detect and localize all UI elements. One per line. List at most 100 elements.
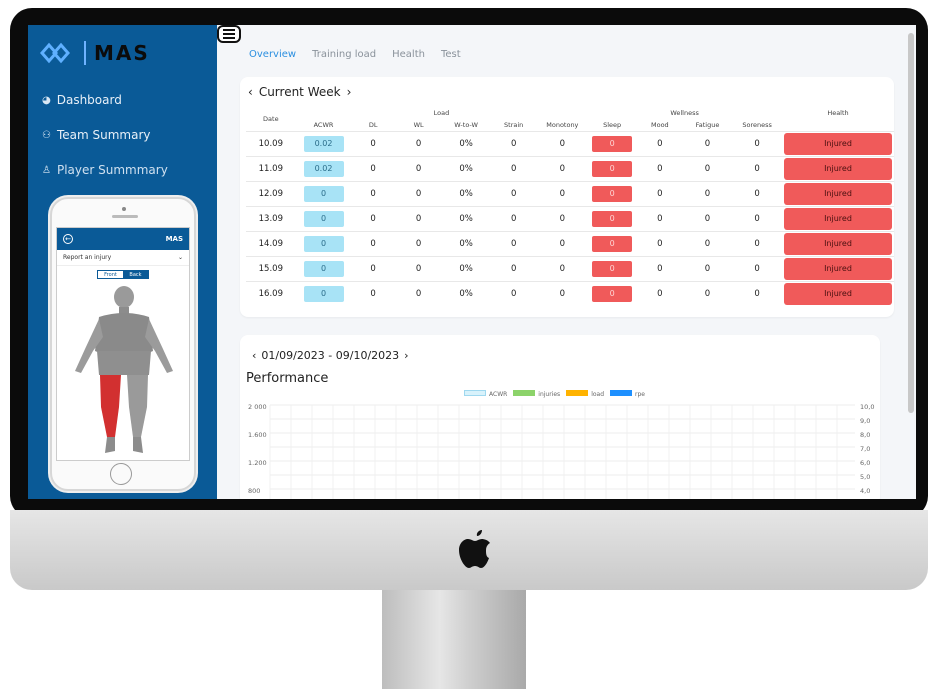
app-screen: MAS ◕ Dashboard ⚇ Team Summary ♙ Player … bbox=[28, 25, 916, 499]
value-strain: 0 bbox=[510, 138, 517, 149]
y-tick-left: 1.200 bbox=[248, 459, 267, 467]
value-acwr: 0 bbox=[303, 285, 344, 302]
cell-soreness: 0 bbox=[732, 255, 782, 281]
next-week-icon[interactable]: › bbox=[347, 85, 352, 99]
sidebar-item-player-summary[interactable]: ♙ Player Summmary bbox=[42, 163, 168, 177]
cell-acwr: 0.02 bbox=[295, 130, 352, 156]
value-dl: 0 bbox=[370, 263, 376, 274]
body-side-toggle[interactable]: Front Back bbox=[97, 270, 149, 279]
report-injury-label: Report an injury bbox=[63, 254, 112, 261]
value-monotony: 0 bbox=[559, 288, 566, 299]
menu-toggle-icon[interactable] bbox=[217, 25, 241, 43]
week-header: ‹ Current Week › bbox=[248, 85, 351, 99]
table-row: 15.09 0 0 0 0% 0 0 0 0 0 0 Injured bbox=[246, 255, 894, 281]
cell-fatigue: 0 bbox=[682, 155, 733, 181]
health-status-badge[interactable]: Injured bbox=[783, 282, 892, 305]
table-row: 14.09 0 0 0 0% 0 0 0 0 0 0 Injured bbox=[246, 230, 894, 256]
toggle-back[interactable]: Back bbox=[123, 271, 148, 278]
tab-overview[interactable]: Overview bbox=[249, 49, 296, 60]
cell-mood: 0 bbox=[637, 130, 683, 156]
table-row: 13.09 0 0 0 0% 0 0 0 0 0 0 Injured bbox=[246, 205, 894, 231]
performance-card: ‹ 01/09/2023 - 09/10/2023 › Performance … bbox=[240, 335, 880, 499]
group-health: Health bbox=[827, 109, 849, 117]
value-sleep: 0 bbox=[592, 235, 633, 252]
value-fatigue: 0 bbox=[704, 263, 711, 274]
health-status-badge[interactable]: Injured bbox=[783, 157, 892, 180]
cell-soreness: 0 bbox=[732, 180, 782, 206]
health-status-badge[interactable]: Injured bbox=[783, 132, 892, 155]
tab-training-load[interactable]: Training load bbox=[312, 49, 376, 60]
health-status-badge[interactable]: Injured bbox=[783, 207, 892, 230]
y-tick-left: 1.600 bbox=[248, 431, 267, 439]
cell-wl: 0 bbox=[394, 255, 443, 281]
report-injury-row[interactable]: Report an injury ⌄ bbox=[57, 250, 189, 266]
value-mood: 0 bbox=[657, 163, 663, 174]
tab-health[interactable]: Health bbox=[392, 49, 425, 60]
cell-monotony: 0 bbox=[537, 230, 588, 256]
prev-week-icon[interactable]: ‹ bbox=[248, 85, 253, 99]
cell-dl: 0 bbox=[351, 180, 395, 206]
cell-wtow: 0% bbox=[442, 155, 490, 181]
cell-soreness: 0 bbox=[732, 280, 782, 306]
cell-date: 13.09 bbox=[246, 205, 296, 231]
cell-monotony: 0 bbox=[537, 255, 588, 281]
health-status-badge[interactable]: Injured bbox=[783, 257, 892, 280]
cell-fatigue: 0 bbox=[682, 130, 733, 156]
cell-sleep: 0 bbox=[587, 180, 638, 206]
phone-speaker bbox=[112, 215, 138, 218]
value-fatigue: 0 bbox=[704, 138, 711, 149]
value-fatigue: 0 bbox=[704, 238, 711, 249]
cell-strain: 0 bbox=[489, 255, 538, 281]
brand-logo[interactable]: MAS bbox=[40, 41, 150, 65]
cell-mood: 0 bbox=[637, 205, 683, 231]
health-status-badge[interactable]: Injured bbox=[783, 182, 892, 205]
col-fatigue: Fatigue bbox=[695, 120, 720, 129]
cell-acwr: 0 bbox=[295, 180, 352, 206]
value-date: 13.09 bbox=[258, 213, 283, 224]
value-fatigue: 0 bbox=[704, 163, 711, 174]
phone-header: ← MAS bbox=[57, 228, 189, 250]
cell-health: Injured bbox=[781, 230, 894, 256]
back-icon[interactable]: ← bbox=[63, 234, 73, 244]
current-week-card: ‹ Current Week › Date Load Wellness Heal… bbox=[240, 77, 894, 317]
cell-date: 15.09 bbox=[246, 255, 296, 281]
col-date: Date bbox=[263, 114, 279, 123]
col-soreness: Soreness bbox=[742, 120, 772, 129]
cell-fatigue: 0 bbox=[682, 280, 733, 306]
cell-sleep: 0 bbox=[587, 230, 638, 256]
performance-chart-grid bbox=[269, 404, 855, 499]
cell-health: Injured bbox=[781, 205, 894, 231]
page-scrollbar[interactable] bbox=[908, 33, 914, 413]
value-soreness: 0 bbox=[754, 288, 760, 299]
y-tick-right: 7,0 bbox=[860, 445, 871, 453]
col-monotony: Monotony bbox=[546, 120, 579, 129]
cell-sleep: 0 bbox=[587, 130, 638, 156]
toggle-front[interactable]: Front bbox=[98, 271, 123, 278]
cell-soreness: 0 bbox=[732, 230, 782, 256]
cell-date: 12.09 bbox=[246, 180, 296, 206]
cell-health: Injured bbox=[781, 255, 894, 281]
sidebar-item-team-summary[interactable]: ⚇ Team Summary bbox=[42, 128, 151, 142]
col-acwr: ACWR bbox=[313, 120, 334, 129]
cell-acwr: 0 bbox=[295, 205, 352, 231]
col-dl: DL bbox=[368, 120, 378, 129]
health-status-badge[interactable]: Injured bbox=[783, 232, 892, 255]
value-wtow: 0% bbox=[459, 213, 473, 224]
value-mood: 0 bbox=[657, 213, 663, 224]
sidebar-item-dashboard[interactable]: ◕ Dashboard bbox=[42, 93, 122, 107]
sidebar: MAS ◕ Dashboard ⚇ Team Summary ♙ Player … bbox=[28, 25, 217, 499]
cell-dl: 0 bbox=[351, 205, 395, 231]
table-row: 12.09 0 0 0 0% 0 0 0 0 0 0 Injured bbox=[246, 180, 894, 206]
table-row: 11.09 0.02 0 0 0% 0 0 0 0 0 0 Injured bbox=[246, 155, 894, 181]
value-date: 15.09 bbox=[258, 263, 283, 274]
cell-wl: 0 bbox=[394, 280, 443, 306]
value-strain: 0 bbox=[510, 288, 517, 299]
cell-wl: 0 bbox=[394, 230, 443, 256]
tab-test[interactable]: Test bbox=[441, 49, 461, 60]
cell-fatigue: 0 bbox=[682, 205, 733, 231]
col-strain: Strain bbox=[504, 120, 524, 129]
value-mood: 0 bbox=[657, 238, 663, 249]
phone-screen: ← MAS Report an injury ⌄ Front Back bbox=[56, 227, 190, 461]
cell-mood: 0 bbox=[637, 180, 683, 206]
cell-health: Injured bbox=[781, 130, 894, 156]
